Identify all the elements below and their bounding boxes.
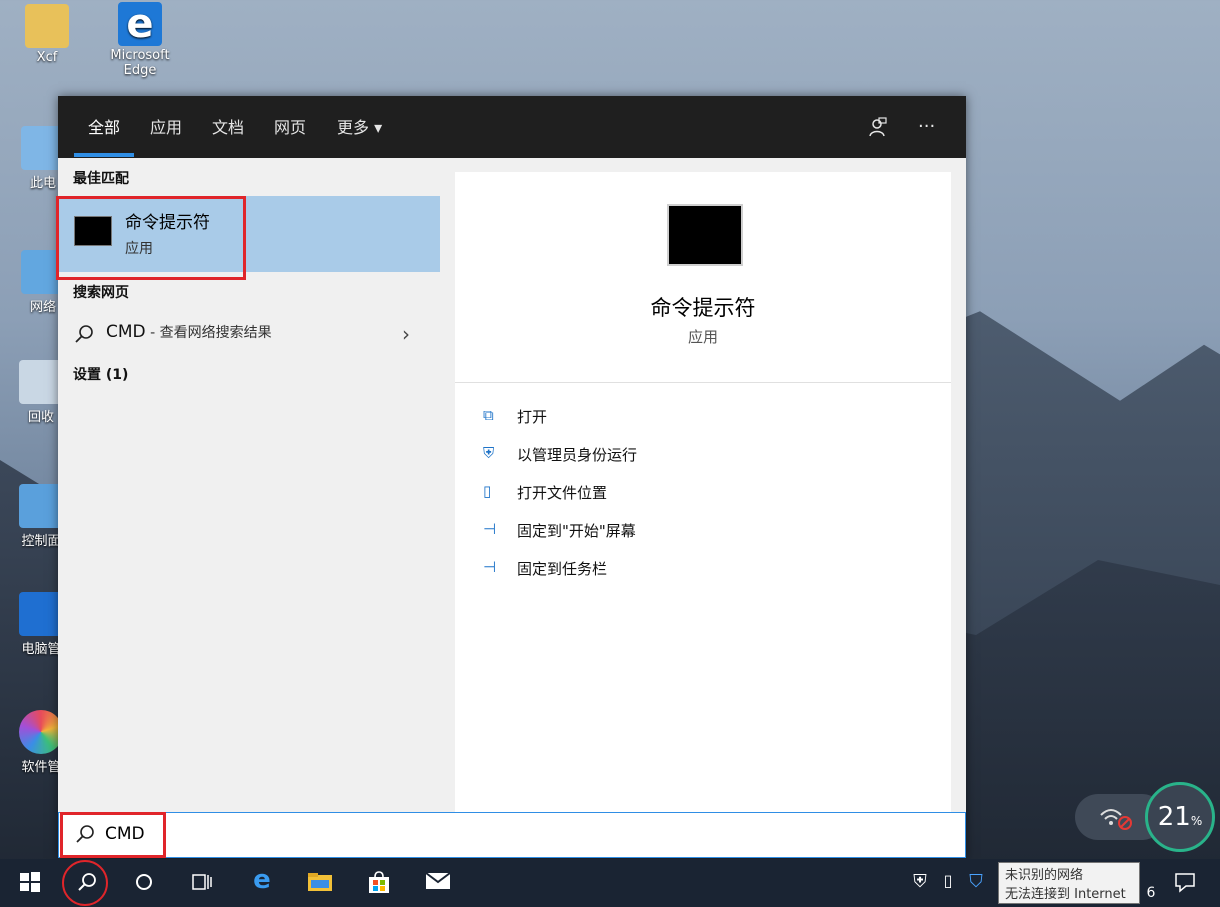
detail-app-name: 命令提示符 <box>650 296 756 320</box>
software-manager-icon <box>19 710 63 754</box>
best-match-header: 最佳匹配 <box>73 171 129 187</box>
file-explorer-icon[interactable] <box>305 871 335 898</box>
open-icon: ⧉ <box>483 406 494 424</box>
search-icon <box>74 324 94 348</box>
chevron-right-icon[interactable]: › <box>402 322 410 346</box>
desktop-icon-label: Xcf <box>36 50 58 65</box>
security-shield-icon[interactable]: ⛨ <box>905 871 935 892</box>
results-list: 最佳匹配 命令提示符 应用 搜索网页 CMD - 查看网络搜索结果 › 设置 (… <box>56 158 440 812</box>
network-tooltip: 未识别的网络 无法连接到 Internet <box>998 862 1140 904</box>
search-panel: 全部 应用 文档 网页 更多 ▾ ··· 最佳匹配 命令提示符 应用 搜索网页 … <box>56 96 966 858</box>
pc-manager-icon <box>19 592 63 636</box>
desktop-icon-xcf[interactable]: Xcf <box>12 4 82 65</box>
tab-web[interactable]: 网页 <box>274 114 306 138</box>
detail-pane: 命令提示符 应用 ⧉ 打开 ⛨ 以管理员身份运行 ▯ 打开文件位置 ⊣ 固定到"… <box>455 172 951 812</box>
folder-user-icon <box>25 4 69 48</box>
desktop-icon-label: 此电 <box>29 176 56 191</box>
desktop-icon-label: 电脑管 <box>21 642 61 657</box>
windows-start-icon[interactable] <box>15 871 45 898</box>
clock-fragment[interactable]: 6 <box>1136 885 1166 901</box>
search-box[interactable]: CMD <box>58 812 966 858</box>
desktop-icon-label: Microsoft Edge <box>110 48 170 78</box>
edge-icon[interactable]: e <box>247 865 277 895</box>
defender-icon[interactable]: ⛉ <box>961 871 991 892</box>
cmd-app-large-icon <box>667 204 743 266</box>
desktop-icon-label: 控制面 <box>21 534 61 549</box>
tab-all[interactable]: 全部 <box>88 114 120 138</box>
usb-device-icon[interactable]: ▯ <box>933 871 963 890</box>
web-search-header: 搜索网页 <box>73 285 129 301</box>
web-search-result[interactable]: CMD - 查看网络搜索结果 › <box>58 318 440 352</box>
file-location-icon: ▯ <box>483 482 492 500</box>
mail-icon[interactable] <box>423 871 453 896</box>
pin-icon: ⊣ <box>483 520 497 538</box>
feedback-icon[interactable] <box>866 116 888 143</box>
settings-header[interactable]: 设置 (1) <box>73 364 128 384</box>
shield-run-icon: ⛨ <box>483 444 495 462</box>
tooltip-line-2: 无法连接到 Internet <box>1005 887 1126 902</box>
annotation-box-search-input <box>60 812 166 858</box>
tab-more[interactable]: 更多 ▾ <box>337 114 382 138</box>
annotation-box-best-match <box>56 196 246 280</box>
more-options-icon[interactable]: ··· <box>918 116 935 137</box>
desktop-icon-edge[interactable]: e Microsoft Edge <box>105 2 175 78</box>
recycle-bin-icon <box>19 360 63 404</box>
control-panel-icon <box>19 484 63 528</box>
detail-app-type: 应用 <box>687 328 718 346</box>
web-result-query: CMD - 查看网络搜索结果 <box>106 322 272 342</box>
desktop-icon-label: 网络 <box>29 300 56 315</box>
desktop-icon-label: 回收 <box>27 410 54 425</box>
store-icon[interactable] <box>364 871 394 900</box>
task-view-icon[interactable] <box>187 871 217 898</box>
desktop-icon-label: 软件管 <box>21 760 61 775</box>
cortana-icon[interactable] <box>129 871 159 898</box>
search-tabs-bar: 全部 应用 文档 网页 更多 ▾ ··· <box>58 96 966 158</box>
pin-icon: ⊣ <box>483 558 497 576</box>
network-speed-widget[interactable]: 21% <box>1075 782 1220 852</box>
active-tab-indicator <box>74 153 134 157</box>
tab-documents[interactable]: 文档 <box>212 114 244 138</box>
tab-apps[interactable]: 应用 <box>150 114 182 138</box>
edge-icon: e <box>118 2 162 46</box>
annotation-circle-search <box>62 860 108 906</box>
action-center-icon[interactable] <box>1170 871 1200 898</box>
usage-gauge: 21% <box>1145 782 1215 852</box>
tooltip-line-1: 未识别的网络 <box>1005 868 1084 883</box>
detail-divider <box>455 382 951 383</box>
